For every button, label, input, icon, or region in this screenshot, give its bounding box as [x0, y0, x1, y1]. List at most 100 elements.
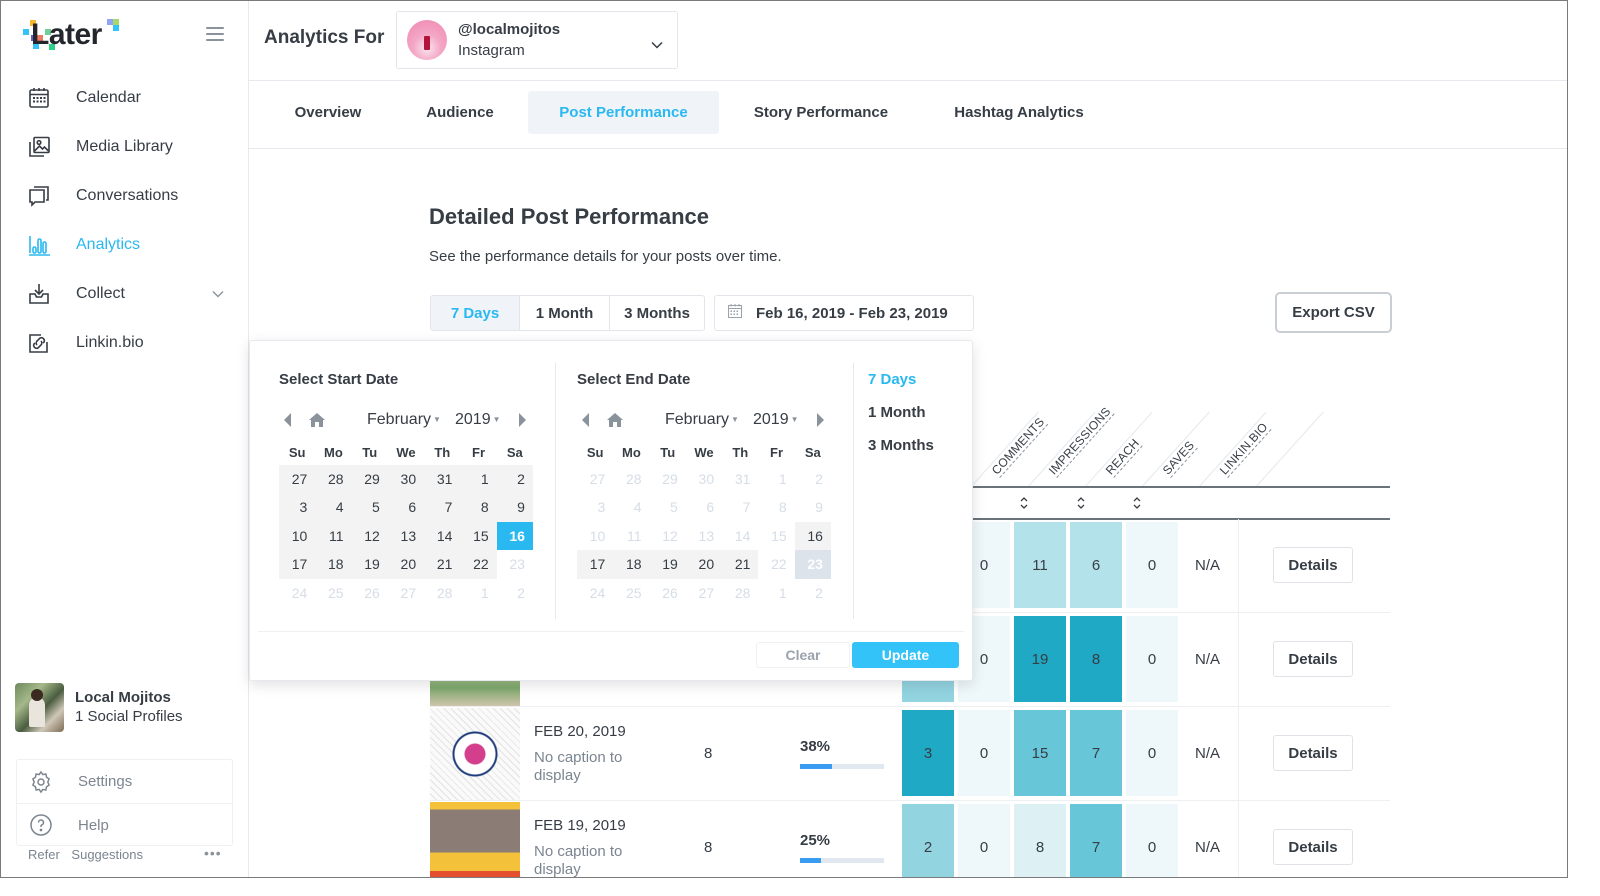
column-header-comments[interactable]: COMMENTS: [988, 414, 1048, 478]
details-button[interactable]: Details: [1273, 641, 1353, 677]
tab-post-performance[interactable]: Post Performance: [528, 91, 719, 134]
sidebar-item-collect[interactable]: Collect: [1, 269, 248, 318]
sidebar-item-conversations[interactable]: Conversations: [1, 171, 248, 220]
range-1-month-button[interactable]: 1 Month: [520, 296, 610, 330]
sidebar-item-calendar[interactable]: Calendar: [1, 73, 248, 122]
start-month-select[interactable]: February ▼: [367, 411, 441, 429]
previous-month-icon[interactable]: [283, 413, 293, 432]
start-year-select[interactable]: 2019 ▼: [455, 411, 501, 429]
calendar-day[interactable]: 23: [794, 550, 831, 579]
calendar-day[interactable]: 12: [351, 521, 388, 551]
details-button[interactable]: Details: [1273, 735, 1353, 771]
tab-story-performance[interactable]: Story Performance: [732, 91, 910, 134]
calendar-day[interactable]: 21: [722, 550, 759, 579]
calendar-day: 1: [480, 584, 489, 601]
calendar-day[interactable]: 6: [387, 493, 425, 522]
end-month-select[interactable]: February ▼: [665, 411, 739, 429]
later-logo[interactable]: Later: [21, 17, 121, 57]
post-thumbnail[interactable]: [430, 802, 520, 877]
next-month-icon[interactable]: [517, 413, 527, 432]
range-7-days-button[interactable]: 7 Days: [431, 296, 520, 330]
date-range-picker-button[interactable]: Feb 16, 2019 - Feb 23, 2019: [714, 295, 974, 331]
refer-link[interactable]: Refer: [28, 847, 60, 862]
tab-hashtag-analytics[interactable]: Hashtag Analytics: [933, 91, 1105, 134]
calendar-day[interactable]: 28: [315, 465, 352, 494]
calendar-day[interactable]: 17: [279, 550, 316, 579]
column-header-linkin-bio[interactable]: LINKIN.BIO: [1216, 419, 1272, 478]
calendar-day[interactable]: 2: [496, 465, 533, 494]
range-3-months-button[interactable]: 3 Months: [610, 296, 704, 330]
calendar-day[interactable]: 16: [496, 521, 533, 551]
calendar-day[interactable]: 10: [279, 521, 316, 551]
saves-cell: 0: [1126, 616, 1178, 702]
calendar-day[interactable]: 30: [387, 465, 425, 494]
update-button[interactable]: Update: [852, 642, 959, 668]
menu-toggle-button[interactable]: [206, 27, 224, 41]
calendar-day[interactable]: 9: [496, 493, 533, 522]
calendar-day[interactable]: 19: [649, 550, 686, 579]
calendar-day[interactable]: 18: [315, 550, 352, 579]
weekday-label: Su: [586, 445, 604, 460]
previous-month-icon[interactable]: [581, 413, 591, 432]
sort-impressions-icon[interactable]: [1076, 495, 1086, 511]
account-selector[interactable]: @localmojitos Instagram: [396, 11, 678, 69]
preset-3-months[interactable]: 3 Months: [868, 437, 934, 455]
calendar-day[interactable]: 5: [351, 493, 388, 522]
calendar-day[interactable]: 21: [424, 550, 461, 579]
calendar-day[interactable]: 19: [351, 550, 388, 579]
saves-cell: 0: [1126, 710, 1178, 796]
details-button[interactable]: Details: [1273, 547, 1353, 583]
calendar-day[interactable]: 3: [279, 493, 316, 522]
calendar-day[interactable]: 16: [794, 521, 831, 551]
calendar-day[interactable]: 27: [279, 465, 316, 494]
details-button[interactable]: Details: [1273, 829, 1353, 865]
tab-audience[interactable]: Audience: [404, 91, 516, 134]
calendar-day[interactable]: 1: [460, 465, 497, 494]
export-csv-button[interactable]: Export CSV: [1275, 292, 1392, 333]
tab-overview[interactable]: Overview: [273, 91, 383, 134]
help-button[interactable]: Help: [17, 803, 232, 846]
calendar-day[interactable]: 14: [424, 521, 461, 551]
suggestions-link[interactable]: Suggestions: [71, 847, 143, 862]
calendar-day[interactable]: 4: [315, 493, 352, 522]
sidebar-item-analytics[interactable]: Analytics: [1, 220, 248, 269]
engagement-bar-fill: [800, 858, 821, 863]
chevron-down-icon[interactable]: [212, 285, 224, 303]
sidebar-item-media-library[interactable]: Media Library: [1, 122, 248, 171]
home-icon[interactable]: [309, 413, 325, 432]
next-month-icon[interactable]: [815, 413, 825, 432]
calendar-day[interactable]: 22: [460, 550, 497, 579]
calendar-divider: [555, 363, 556, 619]
table-row: FEB 20, 2019 No caption to display 8 38% 3 0 1…: [430, 707, 1390, 801]
calendar-day[interactable]: 31: [424, 465, 461, 494]
start-date-title: Select Start Date: [279, 371, 399, 388]
preset-7-days[interactable]: 7 Days: [868, 371, 934, 389]
calendar-day: 10: [589, 527, 606, 544]
settings-button[interactable]: Settings: [17, 760, 232, 803]
sort-comments-icon[interactable]: [1019, 495, 1029, 511]
end-year-select[interactable]: 2019 ▼: [753, 411, 799, 429]
calendar-day[interactable]: 18: [613, 550, 650, 579]
sort-reach-icon[interactable]: [1132, 495, 1142, 511]
calendar-day[interactable]: 13: [387, 521, 425, 551]
calendar-day[interactable]: 20: [387, 550, 425, 579]
reach-cell: 8: [1070, 616, 1122, 702]
calendar-day[interactable]: 29: [351, 465, 388, 494]
profile-summary[interactable]: Local Mojitos 1 Social Profiles: [15, 682, 235, 732]
calendar-day[interactable]: 15: [460, 521, 497, 551]
page-header: Analytics For @localmojitos Instagram: [249, 1, 1567, 81]
preset-1-month[interactable]: 1 Month: [868, 404, 934, 422]
sidebar-item-linkin-bio[interactable]: Linkin.bio: [1, 318, 248, 367]
home-icon[interactable]: [607, 413, 623, 432]
calendar-day[interactable]: 11: [315, 521, 352, 551]
calendar-day[interactable]: 8: [460, 493, 497, 522]
calendar-day[interactable]: 17: [577, 550, 614, 579]
calendar-day[interactable]: 20: [685, 550, 723, 579]
post-thumbnail[interactable]: [430, 708, 520, 800]
clear-button[interactable]: Clear: [756, 642, 850, 668]
calendar-day: 26: [662, 584, 678, 601]
calendar-day[interactable]: 7: [424, 493, 461, 522]
calendar-day: 2: [815, 584, 823, 601]
calendar-day: 4: [633, 499, 642, 516]
more-options-icon[interactable]: •••: [204, 845, 222, 861]
